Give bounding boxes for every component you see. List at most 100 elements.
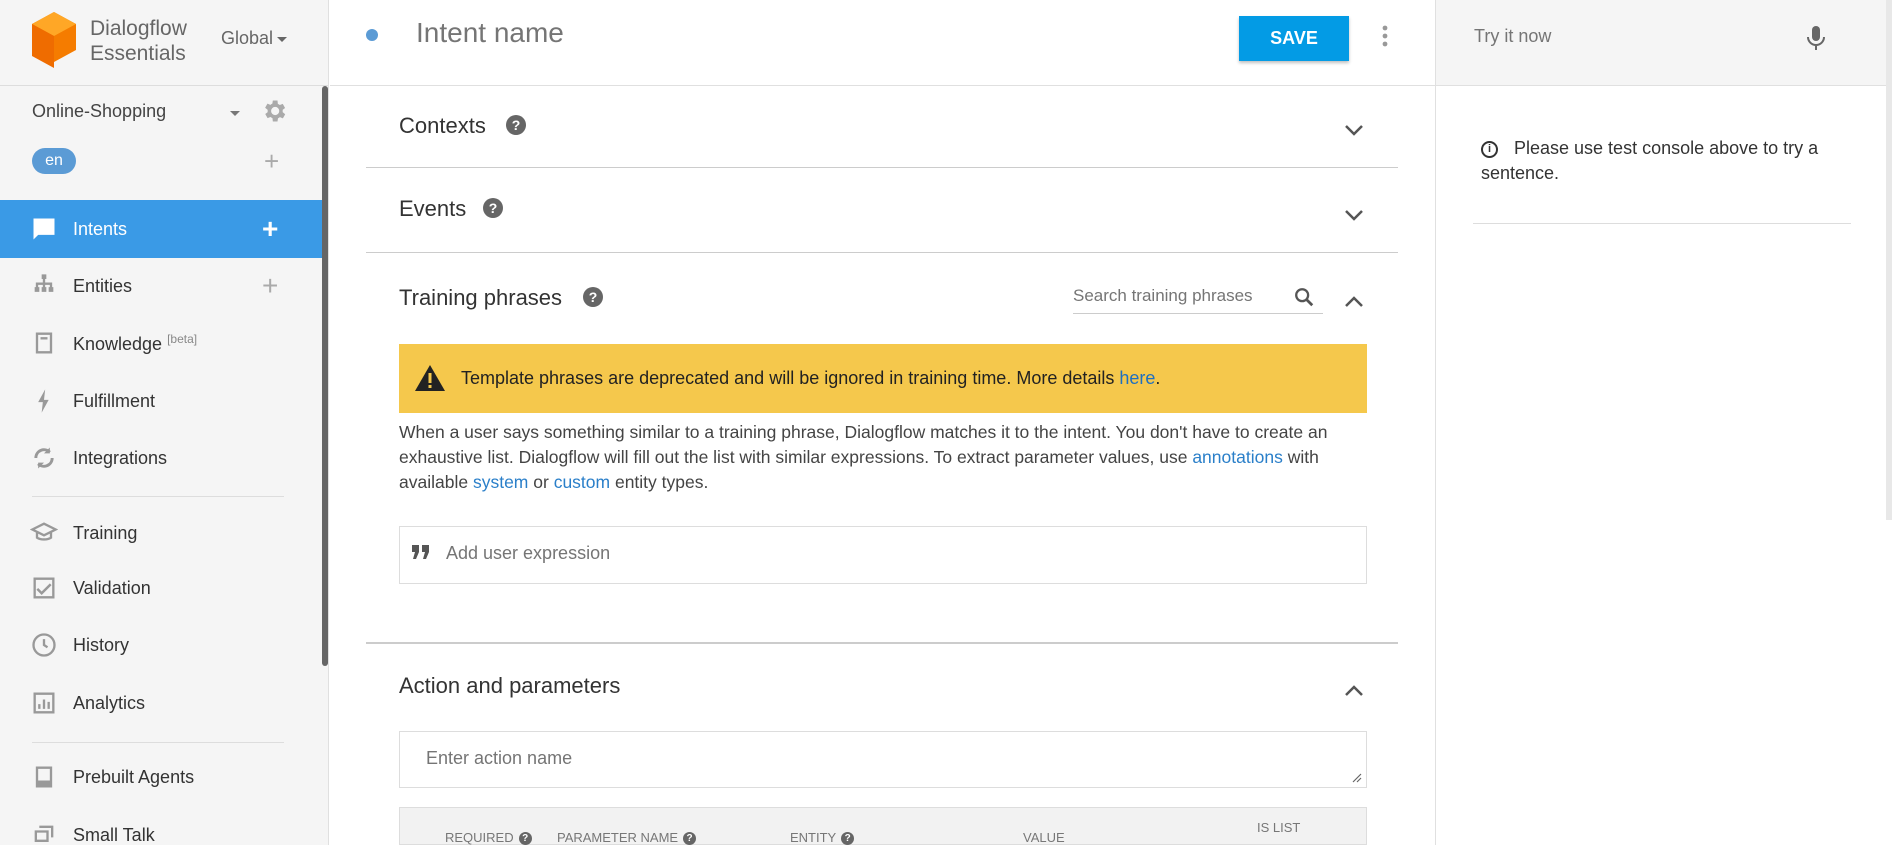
sidebar-item-entities[interactable]: Entities + [0, 257, 322, 315]
sidebar-item-label: Training [73, 522, 138, 543]
panel-scrollbar[interactable] [1886, 0, 1892, 520]
help-icon[interactable]: ? [841, 832, 855, 846]
add-expression-input[interactable] [446, 543, 1326, 564]
custom-link[interactable]: custom [554, 472, 610, 492]
chevron-up-icon[interactable] [1344, 296, 1364, 308]
add-intent-button[interactable]: + [262, 215, 278, 243]
section-title: Training phrases [399, 285, 563, 310]
sidebar-item-label: History [73, 634, 130, 655]
info-icon: i [1481, 140, 1498, 158]
training-search-input[interactable] [1073, 286, 1283, 306]
add-language-button[interactable]: + [264, 148, 279, 174]
gear-icon[interactable] [260, 97, 288, 125]
col-entity: ENTITY? [790, 830, 855, 846]
help-icon[interactable]: ? [583, 287, 603, 307]
chat-icon [33, 218, 55, 240]
search-icon[interactable] [1293, 286, 1315, 308]
warning-text: Template phrases are deprecated and will… [461, 368, 1160, 389]
try-it-input[interactable] [1474, 26, 1774, 47]
brand-line2: Essentials [90, 42, 186, 65]
events-section[interactable]: Events ? [366, 168, 1398, 253]
region-selector[interactable]: Global [221, 28, 288, 49]
sidebar-item-label: Validation [73, 577, 151, 598]
sidebar: Dialogflow Essentials Global Online-Shop… [0, 0, 329, 845]
help-icon[interactable]: ? [483, 198, 503, 218]
desc-part: When a user says something similar to a … [399, 422, 1328, 467]
section-title: Events [399, 196, 467, 221]
parameters-table-header: REQUIRED? PARAMETER NAME? ENTITY? VALUE … [399, 807, 1367, 846]
sidebar-item-label: Analytics [73, 692, 146, 713]
quote-icon [412, 545, 429, 559]
sidebar-item-integrations[interactable]: Integrations [0, 429, 322, 487]
system-link[interactable]: system [473, 472, 528, 492]
book-icon [35, 332, 53, 354]
sidebar-item-label: Prebuilt Agents [73, 766, 195, 787]
training-description: When a user says something similar to a … [399, 420, 1367, 495]
language-badge[interactable]: en [32, 148, 76, 174]
add-entity-button[interactable]: + [262, 272, 278, 300]
sidebar-scrollbar[interactable] [322, 86, 328, 666]
sidebar-item-prebuilt-agents[interactable]: Prebuilt Agents [0, 748, 322, 806]
help-icon[interactable]: ? [506, 115, 526, 135]
warning-details-link[interactable]: here [1119, 368, 1155, 388]
col-is-list: IS LIST [1257, 820, 1301, 835]
sidebar-item-label: Knowledge [beta] [73, 332, 197, 355]
logo-icon[interactable] [30, 10, 78, 70]
action-name-input[interactable] [426, 748, 1306, 769]
caret-down-icon[interactable] [230, 111, 240, 116]
check-icon [33, 577, 55, 599]
col-parameter-name: PARAMETER NAME? [557, 830, 697, 846]
sidebar-item-fulfillment[interactable]: Fulfillment [0, 372, 322, 430]
contexts-section[interactable]: Contexts ? [366, 86, 1398, 168]
sidebar-item-knowledge[interactable]: Knowledge [beta] [0, 314, 322, 372]
sidebar-item-small-talk[interactable]: Small Talk [0, 806, 322, 864]
deprecation-warning: Template phrases are deprecated and will… [399, 344, 1367, 413]
chevron-down-icon[interactable] [1344, 209, 1364, 221]
sidebar-item-analytics[interactable]: Analytics [0, 674, 322, 732]
kebab-icon[interactable] [1380, 24, 1390, 48]
caret-down-icon [277, 36, 288, 42]
intent-name-input[interactable] [414, 16, 1014, 50]
sidebar-item-history[interactable]: History [0, 616, 322, 674]
sidebar-item-label: Small Talk [73, 824, 155, 845]
panel-divider [1473, 223, 1851, 224]
chevron-up-icon[interactable] [1344, 685, 1364, 697]
col-entity-label: ENTITY [790, 830, 837, 845]
desc-part: entity types. [610, 472, 709, 492]
sidebar-item-intents[interactable]: Intents + [0, 200, 322, 258]
bolt-icon [38, 389, 49, 413]
section-title: Contexts [399, 113, 486, 138]
sidebar-header: Dialogflow Essentials Global [0, 0, 328, 86]
desc-part: or [528, 472, 554, 492]
warning-icon [415, 365, 445, 391]
col-required-label: REQUIRED [445, 830, 514, 845]
col-value: VALUE [1023, 830, 1065, 845]
region-label: Global [221, 28, 274, 48]
training-search [1073, 280, 1323, 314]
try-it-bar [1436, 0, 1892, 86]
sidebar-item-training[interactable]: Training [0, 504, 322, 562]
col-parameter-name-label: PARAMETER NAME [557, 830, 679, 845]
sidebar-item-label: Intents [73, 218, 128, 239]
help-icon[interactable]: ? [518, 832, 532, 846]
knowledge-label: Knowledge [73, 333, 163, 354]
sidebar-item-label: Entities [73, 275, 133, 296]
sync-icon [34, 447, 54, 469]
action-name-field [399, 731, 1367, 788]
mic-icon[interactable] [1806, 24, 1826, 52]
brand-name: Dialogflow Essentials [90, 16, 187, 66]
prebuilt-icon [35, 766, 53, 788]
col-required: REQUIRED? [445, 830, 532, 846]
section-title: Action and parameters [399, 673, 621, 698]
try-it-message-text: Please use test console above to try a s… [1481, 138, 1819, 183]
clock-icon [32, 633, 56, 657]
save-button[interactable]: SAVE [1239, 16, 1349, 61]
sidebar-item-validation[interactable]: Validation [0, 559, 322, 617]
help-icon[interactable]: ? [683, 832, 697, 846]
annotations-link[interactable]: annotations [1192, 447, 1283, 467]
nav-divider [32, 496, 284, 497]
chevron-down-icon[interactable] [1344, 124, 1364, 136]
hierarchy-icon [34, 274, 54, 292]
resize-handle-icon[interactable] [1352, 773, 1362, 783]
agent-selector[interactable]: Online-Shopping [32, 100, 292, 131]
